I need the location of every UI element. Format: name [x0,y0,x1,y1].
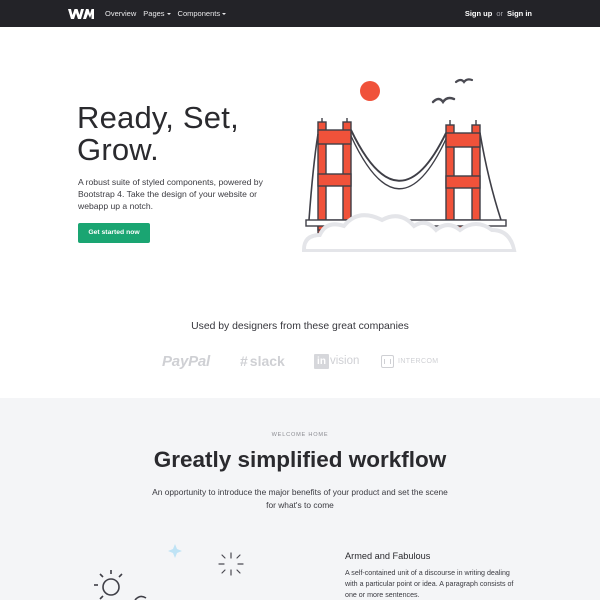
nav-pages-dropdown[interactable]: Pages [143,9,171,18]
feature-title: Armed and Fabulous [345,551,431,561]
section-title: Greatly simplified workflow [153,447,447,472]
top-navbar: Overview Pages Components Sign up or Sig… [0,0,600,27]
sun-outline-icon [94,570,123,600]
nav-links: Overview Pages Components [105,0,227,27]
caret-down-icon [166,12,171,15]
feature-body: A self-contained unit of a discourse in … [345,569,514,599]
feature-illustration [94,544,244,600]
nav-overview-label: Overview [105,9,137,18]
nav-components-dropdown[interactable]: Components [178,9,227,18]
section-description: An opportunity to introduce the major be… [152,487,448,510]
paypal-logo-text: PayPal [162,352,211,370]
or-text: or [496,9,503,18]
bird-icon [454,78,474,84]
nav-pages-label: Pages [143,9,165,18]
signin-link[interactable]: Sign in [507,9,532,18]
nav-components-label: Components [177,9,221,18]
cloud-outline-icon [134,595,147,600]
nav-overview[interactable]: Overview [105,9,136,18]
auth-links: Sign up or Sign in [465,0,532,27]
hero-description: A robust suite of styled components, pow… [78,177,263,212]
slack-hash-icon: # [240,353,248,369]
get-started-button[interactable]: Get started now [78,223,150,243]
hero-title-line2: Grow. [77,132,159,167]
invision-mark: in [314,353,329,369]
intercom-logo-text: INTERCOM [398,357,439,365]
signup-link[interactable]: Sign up [465,9,493,18]
wm-logo-icon[interactable] [68,8,94,20]
bridge-illustration [301,78,517,252]
intercom-icon [381,354,394,368]
slack-logo-text: slack [249,353,285,369]
invision-logo: in vision [314,350,359,372]
intercom-logo: INTERCOM [381,350,439,372]
paypal-logo: PayPal [162,350,210,372]
company-logos: PayPal # slack in vision INTERCOM [160,350,440,372]
burst-icon [218,552,244,576]
slack-logo: # slack [240,350,285,372]
sun-icon [360,81,380,101]
hero-title-line1: Ready, Set, [77,100,239,135]
bird-icon [431,96,456,105]
used-by-heading: Used by designers from these great compa… [191,321,409,332]
section-eyebrow: WELCOME HOME [271,432,329,438]
invision-logo-text: vision [330,355,360,367]
hero-title: Ready, Set, Grow. [77,102,277,166]
caret-down-icon [222,12,227,15]
sparkle-icon [168,544,182,558]
